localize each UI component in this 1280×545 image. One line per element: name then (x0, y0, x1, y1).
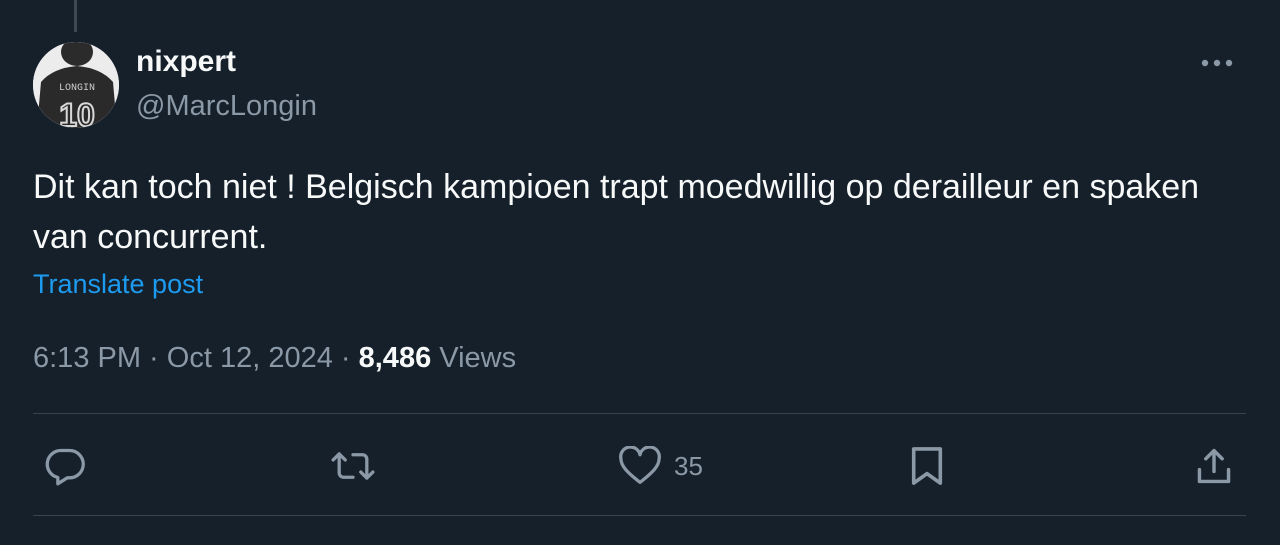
share-button[interactable] (1194, 444, 1234, 488)
meta-separator: · (141, 342, 167, 374)
views-count[interactable]: 8,486 (359, 342, 432, 374)
more-options-button[interactable] (1196, 46, 1238, 80)
thread-connector-line (74, 0, 77, 32)
like-count: 35 (674, 451, 703, 481)
avatar-jersey-name: LONGIN (59, 83, 95, 94)
share-icon (1197, 448, 1231, 484)
avatar-image: LONGIN 10 (33, 42, 119, 128)
tweet-date[interactable]: Oct 12, 2024 (167, 342, 333, 374)
avatar-jersey-number: 10 (59, 97, 95, 128)
display-name[interactable]: nixpert (136, 44, 236, 80)
divider (33, 515, 1246, 516)
like-button[interactable]: 35 (618, 444, 703, 488)
more-icon (1201, 59, 1233, 67)
meta-separator: · (332, 342, 359, 374)
tweet-time[interactable]: 6:13 PM (33, 342, 141, 374)
avatar[interactable]: LONGIN 10 (33, 42, 119, 128)
bookmark-button[interactable] (908, 444, 946, 488)
reply-icon (45, 448, 85, 486)
user-handle[interactable]: @MarcLongin (136, 88, 317, 124)
views-label: Views (431, 342, 517, 374)
tweet-meta: 6:13 PM · Oct 12, 2024 · 8,486 Views (33, 339, 516, 377)
repost-icon (331, 452, 375, 480)
bookmark-icon (911, 447, 943, 485)
repost-button[interactable] (330, 444, 376, 488)
translate-post-link[interactable]: Translate post (33, 267, 203, 301)
reply-button[interactable] (44, 444, 88, 488)
heart-icon (619, 446, 661, 484)
divider (33, 413, 1246, 414)
tweet-text: Dit kan toch niet ! Belgisch kampioen tr… (33, 168, 1200, 256)
